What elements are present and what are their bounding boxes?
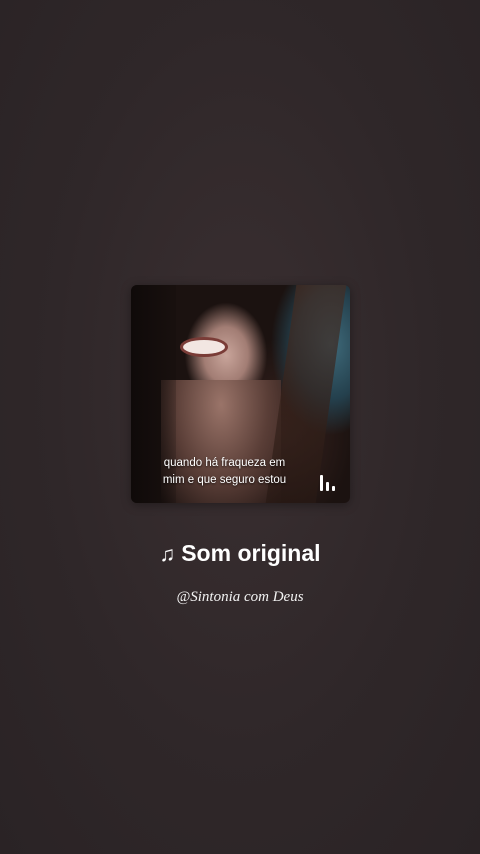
music-note-icon: ♫ [159,543,176,566]
cover-caption: quando há fraqueza em mim e que seguro e… [131,455,318,489]
audio-bars-icon [320,475,336,491]
audio-cover-image[interactable]: quando há fraqueza em mim e que seguro e… [131,285,350,503]
sound-author[interactable]: @Sintonia com Deus [0,589,480,606]
sound-title[interactable]: ♫ Som original [0,540,480,567]
cover-decoration [183,340,225,354]
caption-line-2: mim e que seguro estou [162,474,287,486]
sound-title-text: Som original [181,540,321,566]
caption-line-1: quando há fraqueza em [163,457,286,469]
